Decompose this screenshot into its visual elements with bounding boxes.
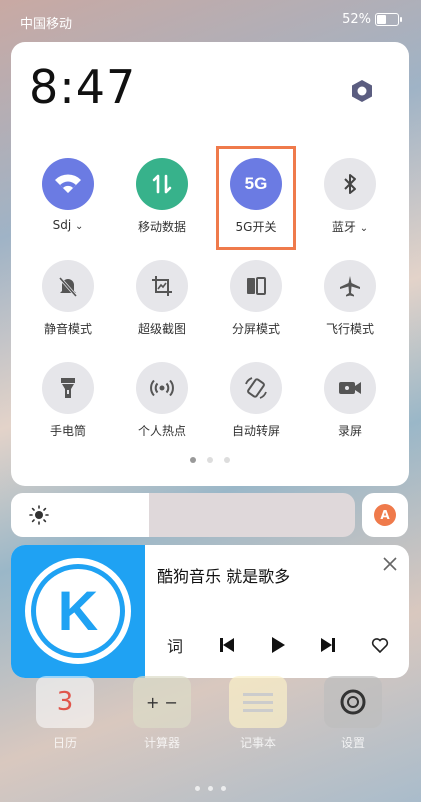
app-calculator[interactable]: + − 计算器 bbox=[131, 676, 193, 751]
auto-brightness-icon: A bbox=[374, 504, 396, 526]
home-page-indicator bbox=[0, 786, 421, 791]
auto-rotate-icon bbox=[245, 377, 267, 399]
next-button[interactable] bbox=[316, 633, 340, 657]
toggle-bluetooth[interactable]: 蓝牙 ⌄ bbox=[310, 158, 390, 258]
gear-icon bbox=[352, 80, 372, 102]
airplane-icon bbox=[340, 276, 360, 297]
split-screen-icon bbox=[247, 277, 266, 295]
battery-percent: 52% bbox=[342, 12, 371, 27]
page-dot bbox=[190, 457, 196, 463]
toggle-mute[interactable]: 静音模式 bbox=[28, 260, 108, 360]
close-icon[interactable] bbox=[383, 557, 397, 571]
toggle-split-screen[interactable]: 分屏模式 bbox=[216, 260, 296, 360]
toggle-flashlight[interactable]: 手电筒 bbox=[28, 362, 108, 462]
carrier-name: 中国移动 bbox=[20, 17, 73, 32]
app-label: 设置 bbox=[340, 736, 365, 750]
chevron-down-icon[interactable]: ⌄ bbox=[75, 221, 83, 232]
selection-highlight bbox=[216, 146, 296, 250]
screen-record-icon bbox=[339, 382, 361, 394]
toggle-screen-record-label: 录屏 bbox=[337, 424, 362, 438]
toggle-wifi-label: Sdj bbox=[52, 218, 72, 232]
toggle-mute-label: 静音模式 bbox=[43, 322, 92, 336]
calendar-icon: 3 bbox=[56, 687, 74, 717]
control-center-panel: 8:47 Sdj ⌄ 移动数据 5G 5G开关 蓝牙 ⌄ 静音模式 超级截图 分… bbox=[11, 42, 409, 486]
toggle-bluetooth-label: 蓝牙 bbox=[331, 220, 356, 234]
album-cover[interactable]: K bbox=[11, 545, 145, 678]
notepad-icon bbox=[243, 700, 273, 704]
sun-icon bbox=[29, 505, 49, 525]
toggle-auto-rotate[interactable]: 自动转屏 bbox=[216, 362, 296, 462]
page-dot bbox=[224, 457, 230, 463]
mute-bell-icon bbox=[58, 277, 78, 297]
lyrics-button[interactable]: 词 bbox=[163, 633, 187, 657]
chevron-down-icon[interactable]: ⌄ bbox=[360, 223, 368, 234]
toggle-hotspot-label: 个人热点 bbox=[137, 424, 186, 438]
toggle-split-screen-label: 分屏模式 bbox=[231, 322, 280, 336]
wifi-icon bbox=[55, 174, 81, 193]
kugou-logo-icon: K bbox=[25, 558, 131, 664]
toggle-wifi[interactable]: Sdj ⌄ bbox=[28, 158, 108, 258]
battery-icon bbox=[375, 13, 402, 26]
music-title: 酷狗音乐 就是歌多 bbox=[157, 567, 291, 586]
svg-text:K: K bbox=[58, 579, 98, 642]
bluetooth-icon bbox=[344, 174, 356, 194]
app-label: 日历 bbox=[52, 736, 77, 750]
clock-time: 8:47 bbox=[29, 60, 137, 114]
toggle-screen-record[interactable]: 录屏 bbox=[310, 362, 390, 462]
brightness-slider[interactable] bbox=[11, 493, 355, 537]
toggle-mobile-data-label: 移动数据 bbox=[137, 220, 186, 234]
flashlight-icon bbox=[61, 378, 75, 398]
toggle-hotspot[interactable]: 个人热点 bbox=[122, 362, 202, 462]
app-notes[interactable]: 记事本 bbox=[227, 676, 289, 751]
previous-button[interactable] bbox=[215, 633, 239, 657]
settings-icon bbox=[340, 689, 366, 715]
battery-indicator: 52% bbox=[342, 12, 402, 27]
page-indicator bbox=[11, 457, 409, 463]
toggle-flashlight-label: 手电筒 bbox=[49, 424, 86, 438]
hotspot-icon bbox=[150, 379, 174, 397]
app-label: 计算器 bbox=[143, 736, 180, 750]
toggle-screenshot[interactable]: 超级截图 bbox=[122, 260, 202, 360]
toggle-airplane-label: 飞行模式 bbox=[325, 322, 374, 336]
app-settings[interactable]: 设置 bbox=[322, 676, 384, 751]
heart-icon bbox=[371, 638, 389, 653]
music-widget: K 酷狗音乐 就是歌多 词 bbox=[11, 545, 409, 678]
app-label: 记事本 bbox=[239, 736, 276, 750]
app-calendar[interactable]: 3 日历 bbox=[34, 676, 96, 751]
mobile-data-icon bbox=[152, 174, 172, 194]
toggle-screenshot-label: 超级截图 bbox=[137, 322, 186, 336]
skip-previous-icon bbox=[220, 638, 234, 652]
play-icon bbox=[272, 637, 285, 653]
skip-next-icon bbox=[321, 638, 335, 652]
play-button[interactable] bbox=[266, 633, 290, 657]
favorite-button[interactable] bbox=[368, 633, 392, 657]
settings-button[interactable] bbox=[349, 78, 375, 104]
auto-brightness-button[interactable]: A bbox=[362, 493, 408, 537]
calculator-icon: + − bbox=[146, 692, 178, 712]
toggle-mobile-data[interactable]: 移动数据 bbox=[122, 158, 202, 258]
toggle-airplane[interactable]: 飞行模式 bbox=[310, 260, 390, 360]
page-dot bbox=[207, 457, 213, 463]
status-bar: 中国移动 52% bbox=[0, 0, 421, 40]
screenshot-icon bbox=[152, 276, 172, 296]
toggle-auto-rotate-label: 自动转屏 bbox=[231, 424, 280, 438]
